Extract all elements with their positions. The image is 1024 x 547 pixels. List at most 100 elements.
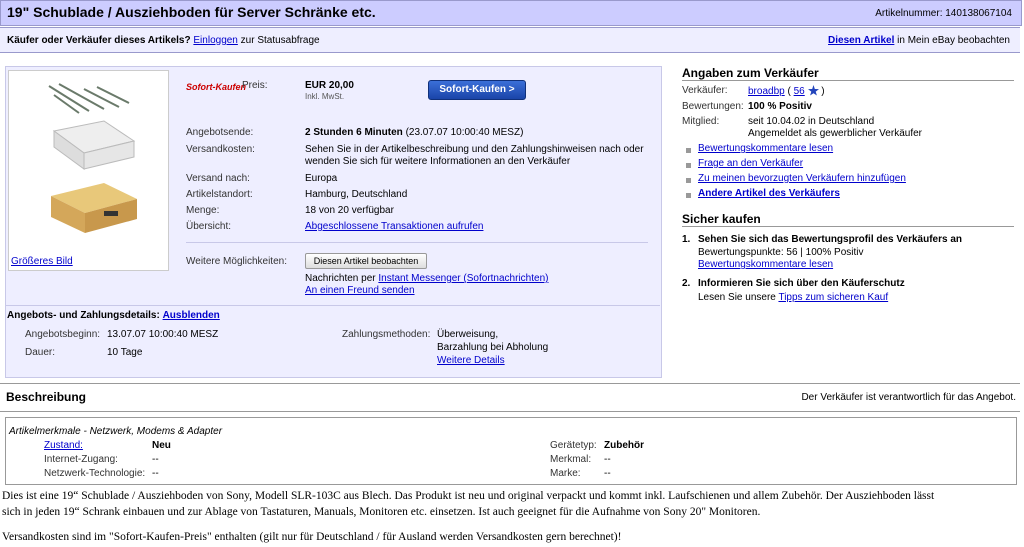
description-text-line-1: Dies ist eine 19“ Schublade / Ausziehbod… (2, 490, 935, 502)
completed-transactions-link[interactable]: Abgeschlossene Transaktionen aufrufen (305, 221, 483, 232)
star-icon (807, 85, 819, 96)
condition-value: Neu (152, 440, 171, 451)
step-1-number: 1. (682, 234, 691, 245)
watch-suffix: in Mein eBay beobachten (897, 35, 1010, 46)
step-2-row: Lesen Sie unsere Tipps zum sicheren Kauf (698, 292, 888, 303)
watch-item-button[interactable]: Diesen Artikel beobachten (305, 253, 427, 269)
device-type-value: Zubehör (604, 440, 644, 451)
member-note: Angemeldet als gewerblicher Verkäufer (748, 128, 922, 139)
bullet-icon (686, 193, 691, 198)
messages-prefix: Nachrichten per (305, 273, 376, 284)
description-heading: Beschreibung (6, 390, 87, 404)
item-image (48, 83, 137, 233)
end-label: Angebotsende: (186, 127, 254, 138)
quantity-value: 18 von 20 verfügbar (305, 205, 394, 216)
details-heading: Angebots- und Zahlungsdetails: (7, 310, 160, 321)
price-note: Inkl. MwSt. (305, 92, 345, 101)
hide-details-link[interactable]: Ausblenden (163, 310, 220, 321)
login-link[interactable]: Einloggen (193, 35, 237, 46)
article-number: Artikelnummer: 140138067104 (875, 8, 1012, 19)
start-label: Angebotsbeginn: (25, 329, 101, 340)
condition-link[interactable]: Zustand: (44, 440, 83, 451)
description-text-line-2: sich in jeden 19“ Schrank einbauen und z… (2, 506, 761, 518)
ship-to-value: Europa (305, 173, 338, 184)
seller-row: broadbp ( 56 ) (748, 85, 825, 97)
seller-heading-rule (682, 80, 1014, 81)
ratings-label: Bewertungen: (682, 101, 744, 112)
payment-label: Zahlungsmethoden: (342, 329, 431, 340)
read-feedback-link[interactable]: Bewertungskommentare lesen (698, 143, 833, 154)
seller-responsibility: Der Verkäufer ist verantwortlich für das… (801, 392, 1016, 403)
location-value: Hamburg, Deutschland (305, 189, 408, 200)
paren-open: ( (787, 86, 791, 97)
overview-label: Übersicht: (186, 221, 232, 232)
bullet-icon (686, 148, 691, 153)
device-type-label: Gerätetyp: (550, 440, 597, 451)
status-question-row: Käufer oder Verkäufer dieses Artikels? E… (7, 35, 320, 46)
other-items-link[interactable]: Andere Artikel des Verkäufers (698, 188, 840, 199)
instant-messenger-link[interactable]: Instant Messenger (Sofortnachrichten) (378, 273, 548, 284)
shipping-line-2: wenden Sie sich für weitere Informatione… (305, 156, 571, 167)
payment-method-1: Überweisung, (437, 329, 499, 340)
status-question: Käufer oder Verkäufer dieses Artikels? (7, 35, 191, 46)
attributes-heading: Artikelmerkmale - Netzwerk, Modems & Ada… (9, 426, 223, 437)
messages-row: Nachrichten per Instant Messenger (Sofor… (305, 273, 548, 284)
watch-row: Diesen Artikel in Mein eBay beobachten (828, 35, 1010, 46)
internet-access-value: -- (152, 454, 159, 465)
seller-label: Verkäufer: (682, 85, 728, 96)
step-1-title: Sehen Sie sich das Bewertungsprofil des … (698, 234, 962, 245)
ask-seller-link[interactable]: Frage an den Verkäufer (698, 158, 803, 169)
item-image-frame[interactable] (8, 70, 169, 271)
ship-to-label: Versand nach: (186, 173, 250, 184)
safe-heading-rule (682, 226, 1014, 227)
quantity-label: Menge: (186, 205, 220, 216)
price-value: EUR 20,00 (305, 80, 354, 91)
internet-access-label: Internet-Zugang: (44, 454, 118, 465)
shipping-label: Versandkosten: (186, 144, 255, 155)
larger-image-link[interactable]: Größeres Bild (11, 256, 73, 267)
login-suffix: zur Statusabfrage (240, 35, 320, 46)
payment-details-link[interactable]: Weitere Details (437, 355, 505, 366)
safe-buying-heading: Sicher kaufen (682, 212, 761, 226)
step-2-title: Informieren Sie sich über den Käuferschu… (698, 278, 905, 289)
safe-buying-tips-link[interactable]: Tipps zum sicheren Kauf (778, 292, 888, 303)
bullet-icon (686, 178, 691, 183)
brand-value: -- (604, 468, 611, 479)
network-tech-label: Netzwerk-Technologie: (44, 468, 146, 479)
bullet-icon (686, 163, 691, 168)
seller-name-link[interactable]: broadbp (748, 86, 785, 97)
end-date: (23.07.07 10:00:40 MESZ) (405, 127, 524, 138)
step-1-feedback-link[interactable]: Bewertungskommentare lesen (698, 259, 833, 270)
buy-now-button[interactable]: Sofort-Kaufen > (428, 80, 526, 100)
description-text-line-3: Versandkosten sind im "Sofort-Kaufen-Pre… (2, 531, 622, 543)
brand-label: Marke: (550, 468, 581, 479)
watch-item-link[interactable]: Diesen Artikel (828, 35, 894, 46)
divider (186, 242, 648, 243)
start-value: 13.07.07 10:00:40 MESZ (107, 329, 219, 340)
shipping-line-1: Sehen Sie in der Artikelbeschreibung und… (305, 144, 644, 155)
step-2-number: 2. (682, 278, 691, 289)
more-options-label: Weitere Möglichkeiten: (186, 256, 287, 267)
duration-value: 10 Tage (107, 347, 143, 358)
location-label: Artikelstandort: (186, 189, 253, 200)
details-heading-row: Angebots- und Zahlungsdetails: Ausblende… (7, 310, 220, 321)
step-2-prefix: Lesen Sie unsere (698, 292, 776, 303)
time-left: 2 Stunden 6 Minuten (305, 127, 403, 138)
rating-count-link[interactable]: 56 (794, 86, 805, 97)
details-divider (5, 305, 660, 306)
send-to-friend-link[interactable]: An einen Freund senden (305, 285, 415, 296)
feature-value: -- (604, 454, 611, 465)
paren-close: ) (821, 86, 825, 97)
feature-label: Merkmal: (550, 454, 592, 465)
sofort-kaufen-logo: Sofort-Kaufen (186, 82, 246, 92)
member-since: seit 10.04.02 in Deutschland (748, 116, 875, 127)
member-label: Mitglied: (682, 116, 720, 127)
seller-heading: Angaben zum Verkäufer (682, 66, 819, 80)
page-title: 19" Schublade / Ausziehboden für Server … (7, 4, 376, 20)
payment-method-2: Barzahlung bei Abholung (437, 342, 549, 353)
price-label: Preis: (242, 80, 268, 91)
add-favorite-seller-link[interactable]: Zu meinen bevorzugten Verkäufern hinzufü… (698, 173, 906, 184)
duration-label: Dauer: (25, 347, 56, 358)
ratings-value: 100 % Positiv (748, 101, 812, 112)
step-1-points: Bewertungspunkte: 56 | 100% Positiv (698, 247, 864, 258)
